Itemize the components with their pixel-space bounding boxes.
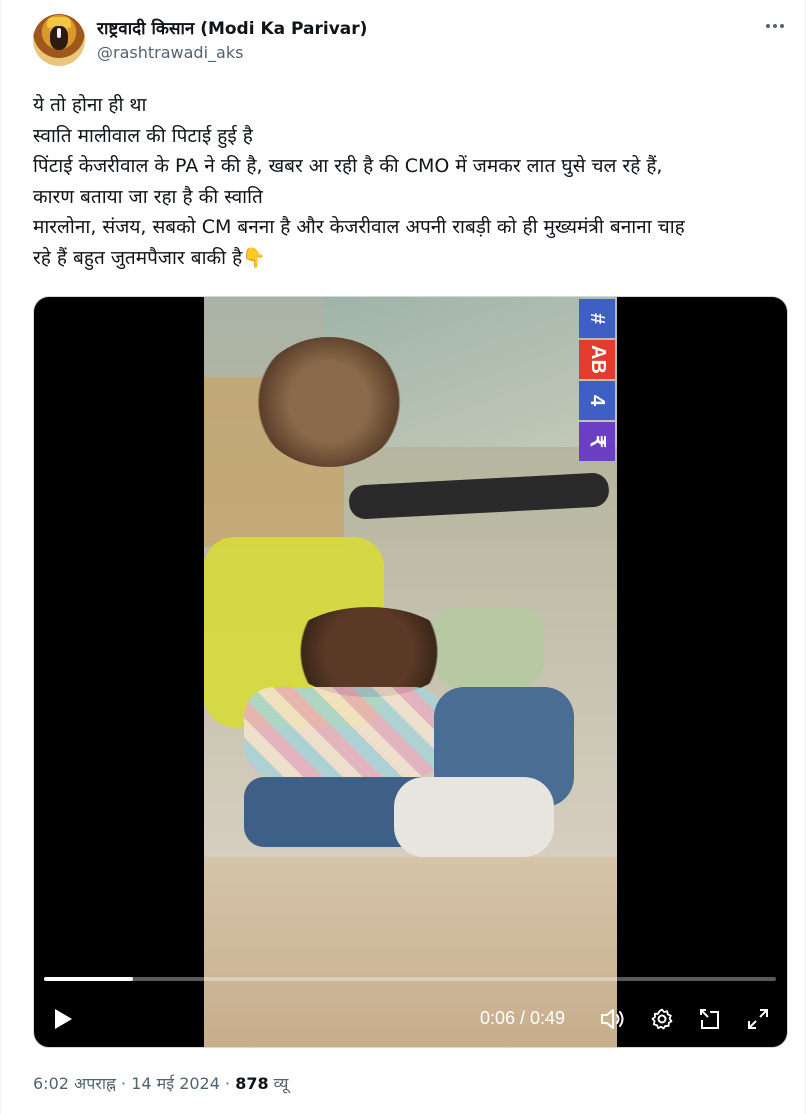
channel-badge: ₹ [579, 422, 615, 461]
more-options-icon[interactable] [761, 14, 789, 38]
video-scene-arm [348, 472, 610, 520]
video-time-display: 0:06 / 0:49 [480, 1008, 566, 1028]
views-label: व्यू [268, 1074, 289, 1093]
author-display-name[interactable]: राष्ट्रवादी किसान (Modi Ka Parivar) [97, 16, 367, 39]
volume-icon [601, 1009, 624, 1029]
tweet-text-line: कारण बताया जा रहा है की स्वाति [33, 185, 263, 208]
tweet-card: राष्ट्रवादी किसान (Modi Ka Parivar) @ras… [0, 0, 806, 1114]
meta-separator: · [219, 1074, 236, 1093]
fullscreen-button[interactable] [742, 1003, 774, 1035]
popout-icon [700, 1009, 719, 1029]
tweet-date[interactable]: 14 मई 2024 [131, 1074, 220, 1093]
tweet-text-line: ये तो होना ही था [33, 94, 147, 116]
video-scene-person [254, 337, 404, 467]
channel-badge: AB [579, 340, 615, 379]
play-icon [55, 1009, 72, 1029]
video-scene-white-shirt [394, 777, 554, 857]
avatar-tilak [57, 28, 61, 38]
tweet-text-line: रहे हैं बहुत जुतमपैजार बाकी है👇 [33, 246, 266, 269]
video-progress-bar[interactable] [44, 977, 776, 981]
tweet-text-line: पिंटाई केजरीवाल के PA ने की है, खबर आ रह… [33, 155, 663, 177]
dot [780, 24, 784, 28]
video-player[interactable]: # AB 4 ₹ 0:06 / 0:49 [33, 296, 788, 1048]
play-button[interactable] [48, 1003, 78, 1035]
channel-badge: 4 [579, 381, 615, 420]
views-count: 878 [235, 1074, 269, 1093]
settings-button[interactable] [646, 1003, 678, 1035]
fullscreen-icon [748, 1009, 768, 1029]
video-frame[interactable]: # AB 4 ₹ [204, 297, 617, 1047]
popout-button[interactable] [694, 1003, 726, 1035]
channel-badge: # [579, 299, 615, 338]
gear-icon [651, 1008, 673, 1030]
dot [766, 24, 770, 28]
tweet-meta: 6:02 अपराह्न · 14 मई 2024 · 878 व्यू [33, 1072, 288, 1094]
tweet-time[interactable]: 6:02 अपराह्न [33, 1074, 116, 1093]
tweet-text-line: मारलोना, संजय, सबको CM बनना है और केजरीव… [33, 216, 685, 238]
tweet-text-line: स्वाति मालीवाल की पिटाई हुई है [33, 124, 253, 147]
volume-button[interactable] [597, 1003, 629, 1035]
video-progress-fill [44, 977, 134, 981]
channel-logo-badges: # AB 4 ₹ [579, 299, 615, 461]
video-scene-person [284, 607, 454, 697]
avatar[interactable] [33, 14, 85, 66]
video-scene-floral-dress [244, 687, 444, 777]
dot [773, 24, 777, 28]
tweet-text: ये तो होना ही था स्वाति मालीवाल की पिटाई… [33, 90, 785, 273]
meta-separator: · [115, 1074, 132, 1093]
author-handle[interactable]: @rashtrawadi_aks [97, 43, 243, 62]
